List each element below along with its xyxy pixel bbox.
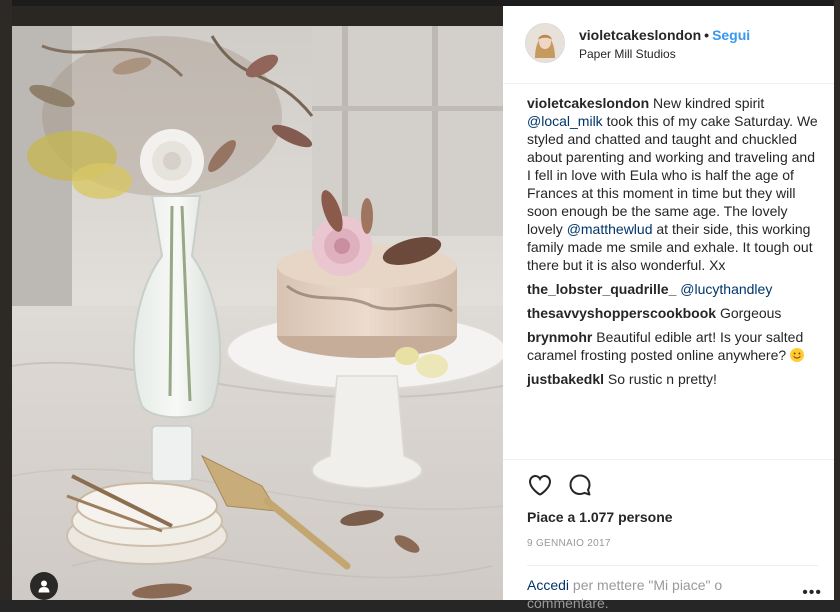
comments-list[interactable]: violetcakeslondon New kindred spirit @lo… [503, 84, 834, 459]
post-photo[interactable] [12, 6, 503, 600]
header-username[interactable]: violetcakeslondon [579, 27, 701, 43]
post-caption: violetcakeslondon New kindred spirit @lo… [527, 94, 818, 274]
cake-photo-illustration [12, 6, 503, 600]
comment-text: Gorgeous [719, 305, 782, 321]
profile-picture [526, 24, 564, 62]
heart-outline-icon[interactable] [527, 472, 553, 498]
caption-text-1: New kindred spirit [653, 95, 765, 111]
more-options-button[interactable]: ••• [802, 584, 822, 602]
avatar[interactable] [525, 23, 565, 63]
post-actions: Piace a 1.077 persone 9 GENNAIO 2017 Acc… [503, 459, 834, 611]
comment-username[interactable]: the_lobster_quadrille_ [527, 281, 676, 297]
person-tag-icon [38, 580, 50, 593]
comment-item: thesavvyshopperscookbook Gorgeous [527, 304, 818, 322]
smiling-face-emoji [790, 348, 805, 362]
post-header: violetcakeslondon • Segui Paper Mill Studi… [503, 6, 834, 84]
tagged-people-button[interactable] [30, 572, 58, 600]
comment-item: justbakedkl So rustic n pretty! [527, 370, 818, 388]
caption-username[interactable]: violetcakeslondon [527, 95, 649, 111]
comment-item: the_lobster_quadrille_ @lucythandley [527, 280, 818, 298]
post-date: 9 GENNAIO 2017 [527, 538, 611, 549]
comment-mention[interactable]: @lucythandley [680, 281, 772, 297]
speech-bubble-icon[interactable] [567, 472, 593, 498]
caption-mention-matthewlud[interactable]: @matthewlud [567, 221, 653, 237]
comment-username[interactable]: justbakedkl [527, 371, 604, 387]
location-link[interactable]: Paper Mill Studios [579, 46, 750, 62]
comment-username[interactable]: brynmohr [527, 329, 592, 345]
caption-text-2: took this of my cake Saturday. We styled… [527, 113, 818, 237]
login-prompt: Accedi per mettere "Mi piace" o commenta… [527, 565, 821, 612]
follow-button[interactable]: Segui [712, 27, 750, 43]
comment-text: So rustic n pretty! [607, 371, 717, 387]
comment-username[interactable]: thesavvyshopperscookbook [527, 305, 716, 321]
comment-item: brynmohr Beautiful edible art! Is your s… [527, 328, 818, 364]
likes-count[interactable]: Piace a 1.077 persone [527, 508, 818, 526]
login-link[interactable]: Accedi [527, 577, 569, 593]
separator-dot: • [704, 27, 710, 43]
caption-mention-local-milk[interactable]: @local_milk [527, 113, 603, 129]
post-details-panel: violetcakeslondon • Segui Paper Mill Studi… [503, 6, 834, 611]
